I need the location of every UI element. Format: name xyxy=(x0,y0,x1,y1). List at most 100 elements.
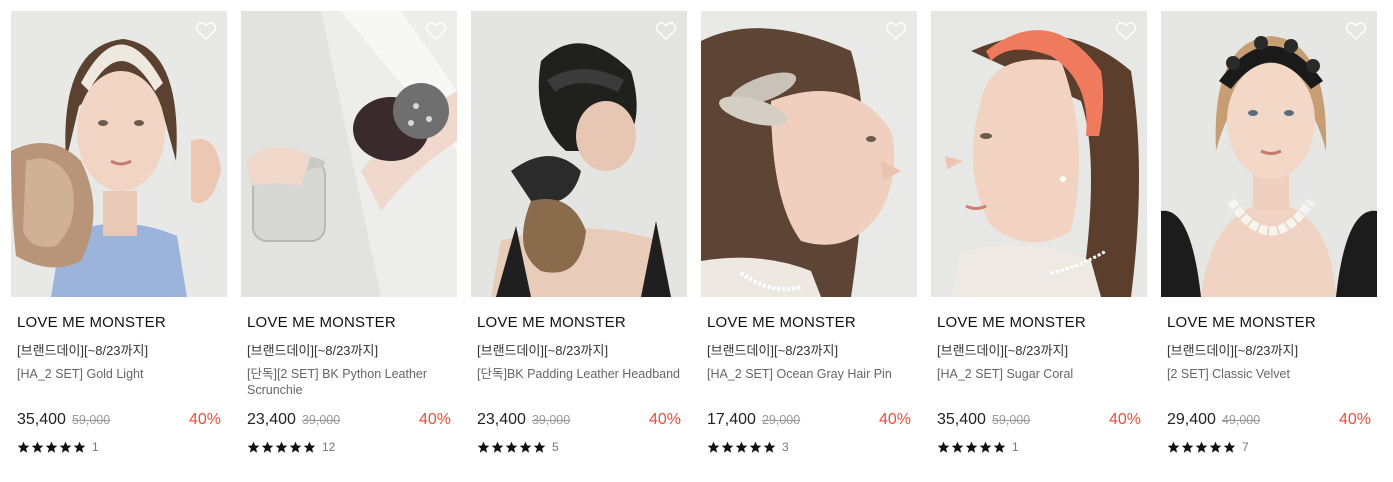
price-row: 17,400 29,000 40% xyxy=(707,409,911,431)
original-price: 39,000 xyxy=(531,413,571,427)
star-icon xyxy=(979,441,992,453)
product-name[interactable]: [HA_2 SET] Ocean Gray Hair Pin xyxy=(707,367,913,401)
brand-name[interactable]: LOVE ME MONSTER xyxy=(707,313,913,333)
sale-price: 17,400 xyxy=(707,411,756,428)
star-icon xyxy=(59,441,72,453)
price-row: 29,400 49,000 40% xyxy=(1167,409,1371,431)
discount-rate: 40% xyxy=(1338,411,1371,428)
original-price: 59,000 xyxy=(991,413,1031,427)
star-icon xyxy=(491,441,504,453)
star-icon xyxy=(505,441,518,453)
wishlist-heart-icon[interactable] xyxy=(425,21,447,41)
product-name[interactable]: [단독]BK Padding Leather Headband xyxy=(477,367,683,401)
product-name[interactable]: [HA_2 SET] Sugar Coral xyxy=(937,367,1143,401)
sale-price: 23,400 xyxy=(477,411,526,428)
product-image[interactable] xyxy=(11,11,227,297)
star-icon xyxy=(1195,441,1208,453)
review-count: 1 xyxy=(92,440,99,454)
star-icon xyxy=(1167,441,1180,453)
review-row: 12 xyxy=(247,439,335,455)
star-icon xyxy=(17,441,30,453)
star-icon xyxy=(533,441,546,453)
product-photo xyxy=(931,11,1147,297)
star-icon xyxy=(45,441,58,453)
price-row: 35,400 59,000 40% xyxy=(937,409,1141,431)
wishlist-heart-icon[interactable] xyxy=(885,21,907,41)
star-icon xyxy=(763,441,776,453)
review-row: 1 xyxy=(937,439,1019,455)
price-row: 23,400 39,000 40% xyxy=(477,409,681,431)
star-icon xyxy=(721,441,734,453)
product-image[interactable] xyxy=(931,11,1147,297)
rating-stars xyxy=(247,441,316,454)
sale-price: 35,400 xyxy=(937,411,986,428)
rating-stars xyxy=(1167,441,1236,454)
review-row: 3 xyxy=(707,439,789,455)
star-icon xyxy=(261,441,274,453)
review-count: 12 xyxy=(322,440,336,454)
star-icon xyxy=(519,441,532,453)
discount-rate: 40% xyxy=(878,411,911,428)
wishlist-heart-icon[interactable] xyxy=(1345,21,1367,41)
promo-label: [브랜드데이][~8/23까지] xyxy=(17,343,149,358)
sale-price: 35,400 xyxy=(17,411,66,428)
review-count: 1 xyxy=(1012,440,1019,454)
product-card[interactable]: LOVE ME MONSTER [브랜드데이][~8/23까지] [HA_2 S… xyxy=(931,11,1147,471)
review-row: 1 xyxy=(17,439,99,455)
star-icon xyxy=(1209,441,1222,453)
promo-label: [브랜드데이][~8/23까지] xyxy=(707,343,839,358)
star-icon xyxy=(73,441,86,453)
product-card[interactable]: LOVE ME MONSTER [브랜드데이][~8/23까지] [HA_2 S… xyxy=(11,11,227,471)
discount-rate: 40% xyxy=(648,411,681,428)
product-image[interactable] xyxy=(241,11,457,297)
rating-stars xyxy=(707,441,776,454)
star-icon xyxy=(303,441,316,453)
product-grid: LOVE ME MONSTER [브랜드데이][~8/23까지] [HA_2 S… xyxy=(0,0,1393,482)
discount-rate: 40% xyxy=(1108,411,1141,428)
review-count: 7 xyxy=(1242,440,1249,454)
product-card[interactable]: LOVE ME MONSTER [브랜드데이][~8/23까지] [2 SET]… xyxy=(1161,11,1377,471)
brand-name[interactable]: LOVE ME MONSTER xyxy=(477,313,683,333)
star-icon xyxy=(951,441,964,453)
review-row: 7 xyxy=(1167,439,1249,455)
original-price: 29,000 xyxy=(761,413,801,427)
review-row: 5 xyxy=(477,439,559,455)
original-price: 39,000 xyxy=(301,413,341,427)
product-name[interactable]: [2 SET] Classic Velvet xyxy=(1167,367,1373,401)
star-icon xyxy=(1223,441,1236,453)
wishlist-heart-icon[interactable] xyxy=(655,21,677,41)
product-name[interactable]: [단독][2 SET] BK Python Leather Scrunchie xyxy=(247,367,453,401)
promo-label: [브랜드데이][~8/23까지] xyxy=(1167,343,1299,358)
wishlist-heart-icon[interactable] xyxy=(1115,21,1137,41)
brand-name[interactable]: LOVE ME MONSTER xyxy=(247,313,453,333)
rating-stars xyxy=(17,441,86,454)
sale-price: 29,400 xyxy=(1167,411,1216,428)
star-icon xyxy=(735,441,748,453)
product-card[interactable]: LOVE ME MONSTER [브랜드데이][~8/23까지] [HA_2 S… xyxy=(701,11,917,471)
original-price: 59,000 xyxy=(71,413,111,427)
product-photo xyxy=(701,11,917,297)
product-image[interactable] xyxy=(471,11,687,297)
sale-price: 23,400 xyxy=(247,411,296,428)
product-image[interactable] xyxy=(1161,11,1377,297)
star-icon xyxy=(993,441,1006,453)
wishlist-heart-icon[interactable] xyxy=(195,21,217,41)
review-count: 5 xyxy=(552,440,559,454)
brand-name[interactable]: LOVE ME MONSTER xyxy=(17,313,223,333)
product-image[interactable] xyxy=(701,11,917,297)
product-card[interactable]: LOVE ME MONSTER [브랜드데이][~8/23까지] [단독]BK … xyxy=(471,11,687,471)
star-icon xyxy=(937,441,950,453)
product-name[interactable]: [HA_2 SET] Gold Light xyxy=(17,367,223,401)
star-icon xyxy=(275,441,288,453)
brand-name[interactable]: LOVE ME MONSTER xyxy=(1167,313,1373,333)
star-icon xyxy=(749,441,762,453)
brand-name[interactable]: LOVE ME MONSTER xyxy=(937,313,1143,333)
product-card[interactable]: LOVE ME MONSTER [브랜드데이][~8/23까지] [단독][2 … xyxy=(241,11,457,471)
star-icon xyxy=(289,441,302,453)
review-count: 3 xyxy=(782,440,789,454)
original-price: 49,000 xyxy=(1221,413,1261,427)
price-row: 35,400 59,000 40% xyxy=(17,409,221,431)
discount-rate: 40% xyxy=(188,411,221,428)
promo-label: [브랜드데이][~8/23까지] xyxy=(247,343,379,358)
star-icon xyxy=(707,441,720,453)
